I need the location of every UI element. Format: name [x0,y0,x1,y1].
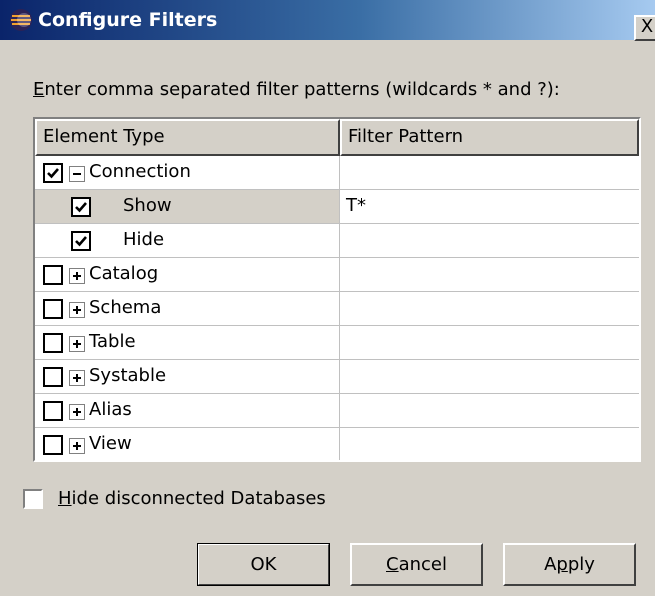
element-type-checkbox[interactable] [43,265,63,285]
filter-pattern-cell[interactable] [340,292,639,326]
element-type-cell[interactable]: Schema [35,292,340,326]
expander-bar-vertical [76,340,78,348]
filter-pattern-cell[interactable] [340,326,639,360]
plus-expander-icon[interactable] [69,438,85,454]
table-row[interactable]: Systable [35,360,639,394]
element-type-checkbox[interactable] [43,367,63,387]
plus-expander-icon[interactable] [69,404,85,420]
element-type-cell[interactable]: Connection [35,156,340,190]
expander-bar-vertical [76,306,78,314]
close-button[interactable]: X [634,15,655,41]
element-type-checkbox[interactable] [43,401,63,421]
hide-disconnected-mnemonic: H [58,488,72,509]
instruction-mnemonic: E [33,79,45,100]
element-type-checkbox[interactable] [71,231,91,251]
element-type-cell[interactable]: View [35,428,340,460]
column-header-element-type[interactable]: Element Type [35,119,340,156]
element-type-checkbox[interactable] [43,435,63,455]
plus-expander-icon[interactable] [69,336,85,352]
close-icon: X [640,16,654,37]
apply-text: ply [567,554,595,575]
table-row[interactable]: Table [35,326,639,360]
hide-disconnected-checkbox[interactable] [23,489,43,509]
element-type-checkbox[interactable] [43,333,63,353]
element-type-cell[interactable]: Table [35,326,340,360]
eclipse-icon [10,9,32,31]
element-type-checkbox[interactable] [43,299,63,319]
apply-button[interactable]: Apply [503,543,636,586]
element-type-label: Systable [89,365,167,386]
table-row[interactable]: View [35,428,639,460]
filter-pattern-cell[interactable] [340,394,639,428]
checkmark-icon [47,168,59,179]
instruction-label: Enter comma separated filter patterns (w… [33,79,560,100]
element-type-label: View [89,433,132,454]
table-row[interactable]: Hide [35,224,639,258]
filter-table[interactable]: Element Type Filter Pattern Connection Sh… [33,117,641,462]
table-row[interactable]: Show T* [35,190,639,224]
ok-button[interactable]: OK [197,543,330,586]
table-row[interactable]: Schema [35,292,639,326]
table-row[interactable]: Alias [35,394,639,428]
plus-expander-icon[interactable] [69,302,85,318]
element-type-cell[interactable]: Catalog [35,258,340,292]
expander-bar-vertical [76,408,78,416]
filter-pattern-cell[interactable]: T* [340,190,639,224]
expander-bar-vertical [76,374,78,382]
element-type-label: Table [89,331,136,352]
instruction-text: nter comma separated filter patterns (wi… [44,79,560,100]
filter-pattern-cell[interactable] [340,156,639,190]
element-type-label: Hide [123,229,165,250]
element-type-checkbox[interactable] [43,163,63,183]
hide-disconnected-label[interactable]: Hide disconnected Databases [58,485,326,513]
filter-pattern-cell[interactable] [340,224,639,258]
cancel-mnemonic: C [386,554,399,575]
expander-bar-vertical [76,442,78,450]
table-header: Element Type Filter Pattern [35,119,639,156]
filter-pattern-cell[interactable] [340,360,639,394]
element-type-label: Alias [89,399,132,420]
table-row[interactable]: Catalog [35,258,639,292]
element-type-cell[interactable]: Systable [35,360,340,394]
element-type-cell[interactable]: Alias [35,394,340,428]
apply-text-a: A [544,554,557,575]
filter-pattern-cell[interactable] [340,428,639,460]
element-type-checkbox[interactable] [71,197,91,217]
cancel-text: ancel [398,554,447,575]
minus-expander-icon[interactable] [69,166,85,182]
expander-bar-horizontal [73,173,81,175]
expander-bar-vertical [76,272,78,280]
element-type-cell[interactable]: Show [35,190,340,224]
element-type-label: Connection [89,161,191,182]
element-type-label: Schema [89,297,162,318]
cancel-button[interactable]: Cancel [350,543,483,586]
hide-disconnected-text: ide disconnected Databases [71,488,326,509]
configure-filters-dialog: Configure Filters X Enter comma separate… [0,0,655,596]
plus-expander-icon[interactable] [69,268,85,284]
checkmark-icon [75,236,87,247]
element-type-label: Show [123,195,172,216]
checkmark-icon [75,202,87,213]
title-bar[interactable]: Configure Filters [0,0,655,40]
table-row[interactable]: Connection [35,156,639,190]
column-header-filter-pattern[interactable]: Filter Pattern [340,119,639,156]
element-type-cell[interactable]: Hide [35,224,340,258]
dialog-title: Configure Filters [38,9,218,31]
filter-pattern-cell[interactable] [340,258,639,292]
plus-expander-icon[interactable] [69,370,85,386]
element-type-label: Catalog [89,263,159,284]
apply-mnemonic: p [556,554,568,575]
